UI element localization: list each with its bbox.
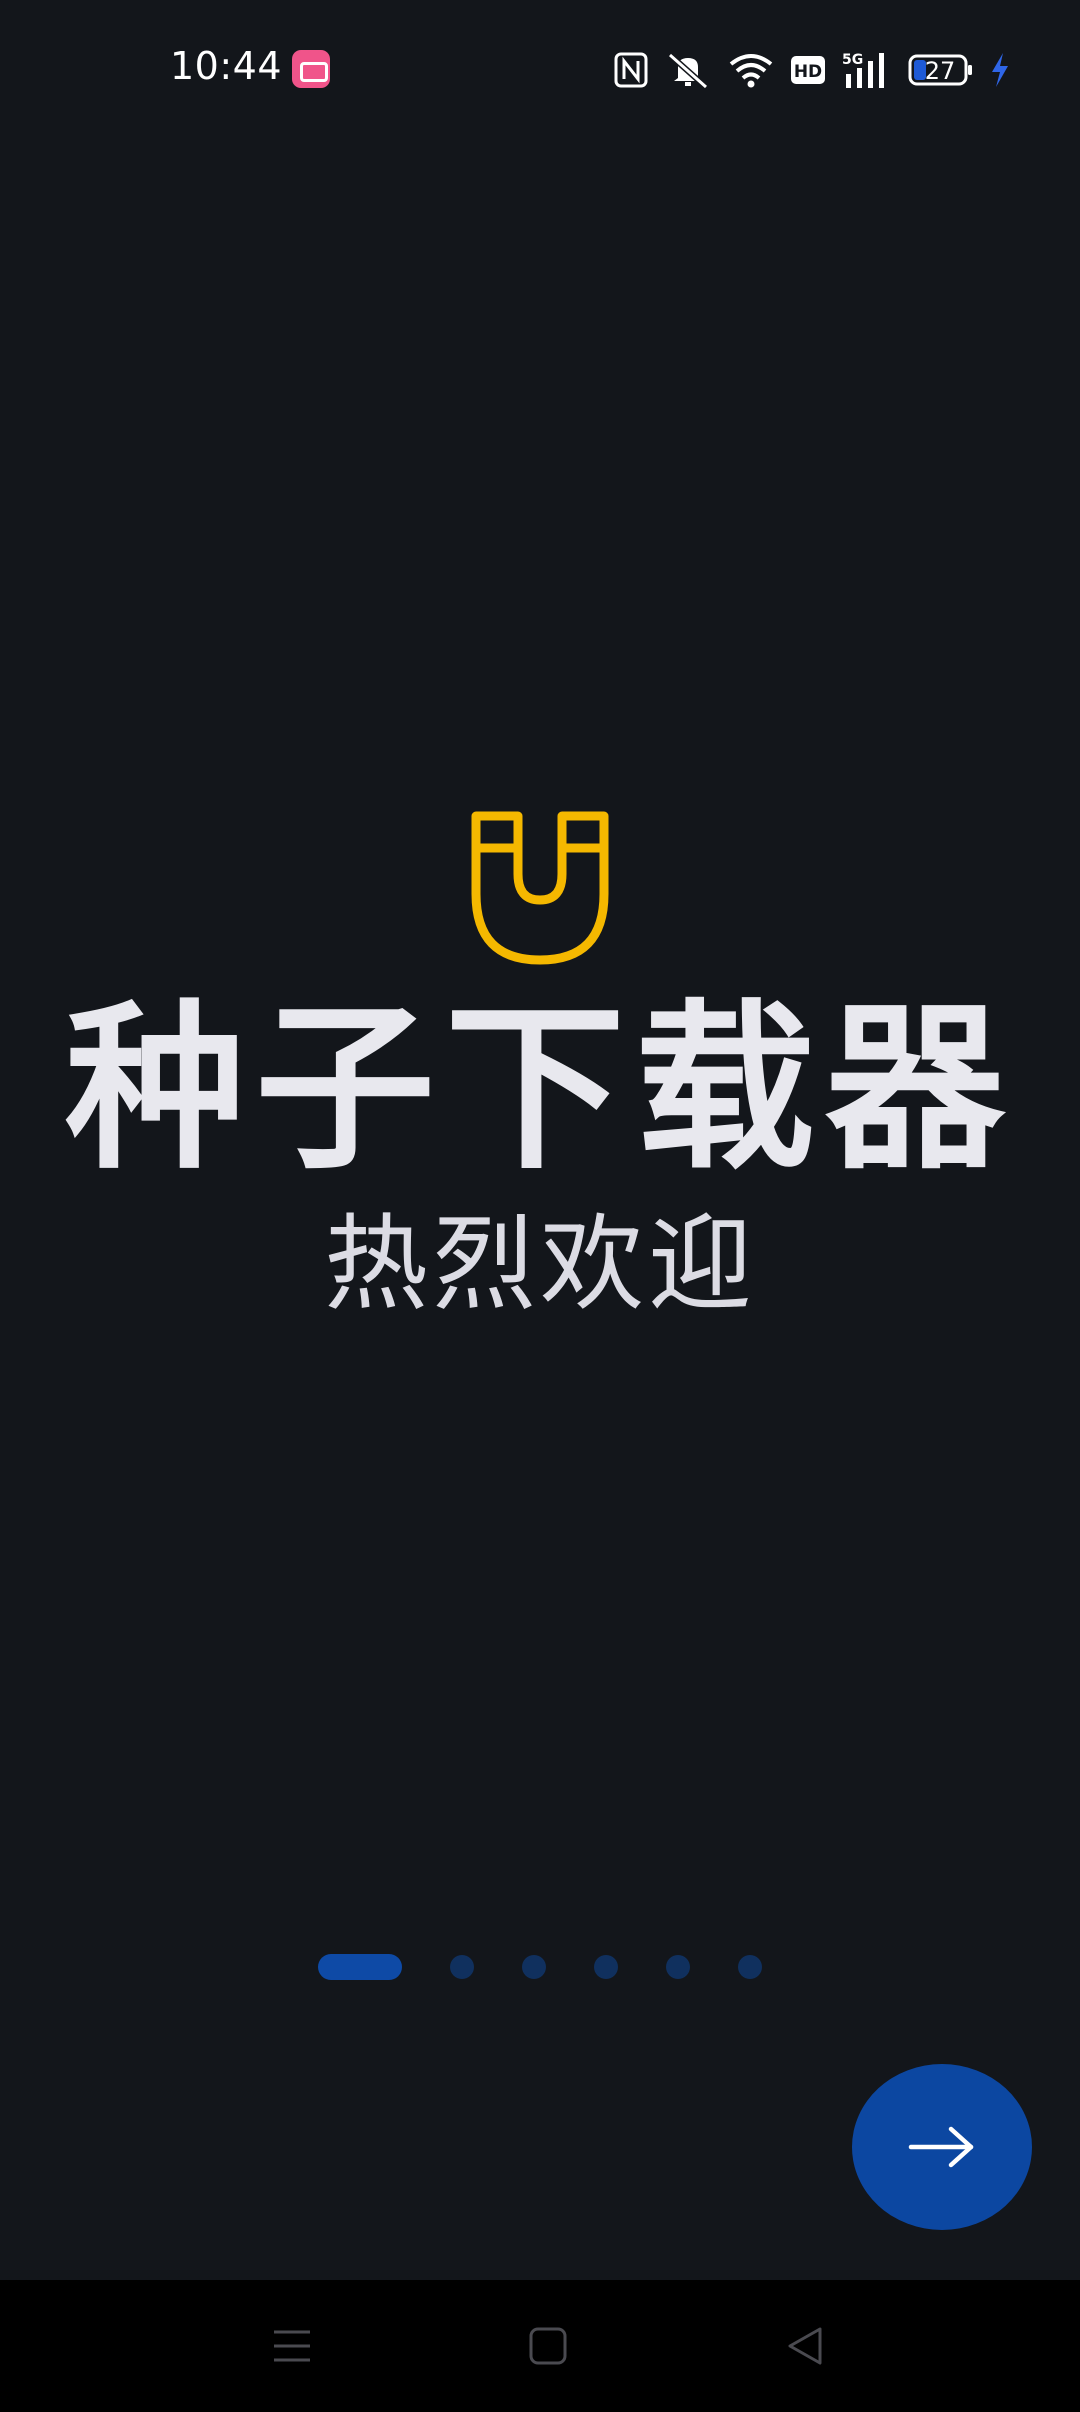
menu-icon[interactable] bbox=[270, 2324, 314, 2368]
bilibili-icon bbox=[292, 50, 330, 88]
page-dot[interactable] bbox=[522, 1955, 546, 1979]
home-icon[interactable] bbox=[526, 2324, 570, 2368]
wifi-icon bbox=[729, 54, 773, 88]
page-indicator bbox=[318, 1954, 762, 1980]
app-title: 种子下载器 bbox=[64, 985, 1015, 1194]
back-icon[interactable] bbox=[784, 2324, 828, 2368]
signal-5g-icon: 5G bbox=[842, 52, 884, 88]
status-bar: 10:44 HD 5G 27 bbox=[0, 0, 1080, 140]
svg-text:27: 27 bbox=[925, 57, 956, 85]
navigation-bar bbox=[0, 2280, 1080, 2412]
page-dot[interactable] bbox=[450, 1955, 474, 1979]
charging-icon bbox=[992, 53, 1008, 87]
status-icons: HD 5G 27 bbox=[614, 48, 1010, 92]
mute-icon bbox=[668, 52, 708, 89]
page-dot-active[interactable] bbox=[318, 1954, 402, 1980]
arrow-right-icon bbox=[908, 2126, 974, 2168]
magnet-icon bbox=[471, 811, 609, 965]
page-dot[interactable] bbox=[738, 1955, 762, 1979]
svg-text:HD: HD bbox=[794, 62, 822, 82]
status-time: 10:44 bbox=[170, 44, 283, 88]
nfc-icon bbox=[614, 52, 648, 88]
page-dot[interactable] bbox=[666, 1955, 690, 1979]
battery-icon: 27 bbox=[908, 54, 972, 86]
hd-icon: HD bbox=[791, 56, 825, 84]
welcome-screen: 10:44 HD 5G 27 种子下载器 热烈欢迎 bbox=[0, 0, 1080, 2412]
svg-text:5G: 5G bbox=[842, 52, 863, 68]
welcome-subtitle: 热烈欢迎 bbox=[323, 1203, 756, 1325]
page-dot[interactable] bbox=[594, 1955, 618, 1979]
next-button[interactable] bbox=[852, 2064, 1032, 2230]
